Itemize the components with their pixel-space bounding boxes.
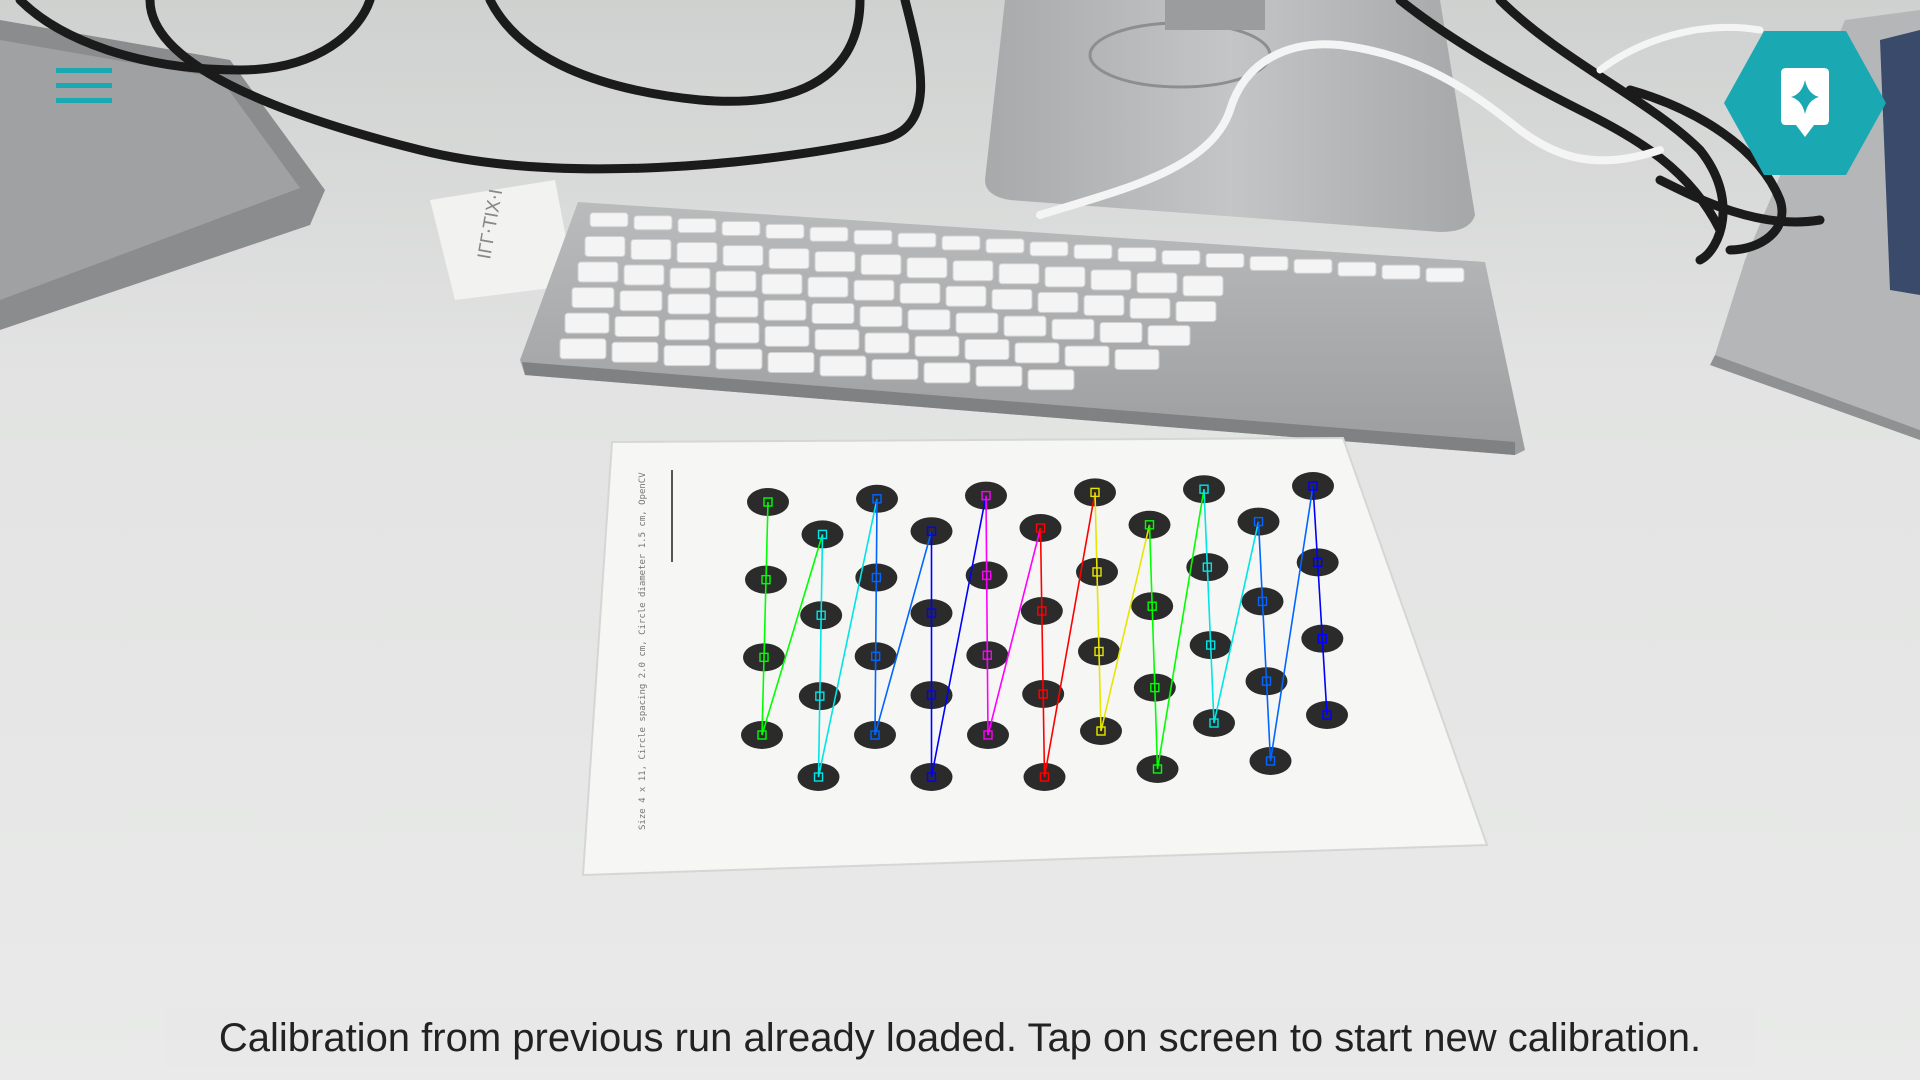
keyboard-key (1175, 300, 1217, 322)
keyboard-key (715, 348, 763, 370)
keyboard-key (1029, 241, 1069, 257)
status-message: Calibration from previous run already lo… (218, 1015, 1702, 1060)
keyboard-key (577, 261, 619, 283)
keyboard-key (1129, 297, 1171, 319)
sparkle-feedback-icon (1724, 31, 1886, 175)
keyboard-key (955, 312, 999, 334)
keyboard-key (1083, 294, 1125, 316)
keyboard-key (614, 315, 660, 337)
keyboard-key (914, 335, 960, 357)
keyboard-key (1051, 318, 1095, 340)
keyboard-key (667, 293, 711, 315)
keyboard-key (589, 212, 629, 228)
keyboard-key (1064, 345, 1110, 367)
keyboard-key (721, 221, 761, 237)
keyboard-key (1003, 315, 1047, 337)
keyboard-key (907, 309, 951, 331)
keyboard-key (571, 287, 615, 309)
keyboard-key (765, 223, 805, 239)
keyboard-key (952, 260, 994, 282)
keyboard-key (864, 332, 910, 354)
keyboard-key (722, 245, 764, 267)
keyboard-key (853, 229, 893, 245)
keyboard-key (1249, 255, 1289, 271)
keyboard-key (1027, 369, 1075, 391)
keyboard-key (1073, 244, 1113, 260)
keyboard-key (559, 338, 607, 360)
keyboard-key (1425, 267, 1465, 283)
keyboard-key (964, 339, 1010, 361)
keyboard-key (677, 218, 717, 234)
calibration-sheet (581, 436, 1489, 877)
keyboard-key (860, 254, 902, 276)
keyboard-key (945, 285, 987, 307)
keyboard-key (763, 299, 807, 321)
keyboard-key (985, 238, 1025, 254)
keyboard-key (669, 267, 711, 289)
menu-button[interactable] (48, 56, 120, 116)
keyboard-key (941, 235, 981, 251)
keyboard-key (1014, 342, 1060, 364)
keyboard-key (1182, 275, 1224, 297)
keyboard-key (897, 232, 937, 248)
keyboard-key (715, 270, 757, 292)
keyboard-key (1090, 269, 1132, 291)
keyboard-key (714, 322, 760, 344)
keyboard-key (975, 365, 1023, 387)
keyboard-key (1337, 261, 1377, 277)
keyboard-key (1117, 247, 1157, 263)
keyboard-key (853, 279, 895, 301)
keyboard-key (1114, 348, 1160, 370)
keyboard-key (814, 251, 856, 273)
keyboard-key (1037, 291, 1079, 313)
status-banner: Calibration from previous run already lo… (166, 1008, 1754, 1068)
keyboard-key (1381, 264, 1421, 280)
keyboard-key (991, 288, 1033, 310)
keyboard-key (611, 341, 659, 363)
keyboard-key (761, 273, 803, 295)
keyboard-key (633, 215, 673, 231)
keyboard-key (584, 235, 626, 257)
keyboard-key (906, 257, 948, 279)
keyboard-key (814, 329, 860, 351)
camera-view[interactable]: ΙΓΓ·ΤΙΧ·Ι Size 4 x 11, Circle spacing 2.… (0, 0, 1920, 1080)
keyboard-key (871, 358, 919, 380)
keyboard-key (715, 296, 759, 318)
keyboard-key (619, 290, 663, 312)
keyboard-key (623, 264, 665, 286)
keyboard-key (564, 312, 610, 334)
keyboard-key (676, 242, 718, 264)
keyboard-key (630, 238, 672, 260)
keyboard-key (768, 248, 810, 270)
keyboard-key (859, 306, 903, 328)
keyboard-key (809, 226, 849, 242)
keyboard-key (998, 263, 1040, 285)
keyboard-key (1293, 258, 1333, 274)
keyboard-key (663, 345, 711, 367)
feedback-button[interactable] (1720, 28, 1890, 178)
keyboard-key (819, 355, 867, 377)
svg-text:Size 4 x 11, Circle spacing 2.: Size 4 x 11, Circle spacing 2.0 cm, Circ… (638, 472, 648, 830)
keyboard-key (764, 325, 810, 347)
keyboard-key (811, 302, 855, 324)
keyboard-key (664, 319, 710, 341)
keyboard-key (899, 282, 941, 304)
keyboard-key (767, 352, 815, 374)
keyboard-key (923, 362, 971, 384)
keyboard-key (1147, 325, 1191, 347)
keyboard-key (1044, 266, 1086, 288)
keyboard-key (807, 276, 849, 298)
keyboard-key (1136, 272, 1178, 294)
hamburger-menu-icon (56, 68, 112, 103)
keyboard-key (1161, 250, 1201, 266)
keyboard-key (1099, 321, 1143, 343)
keyboard-key (1205, 252, 1245, 268)
